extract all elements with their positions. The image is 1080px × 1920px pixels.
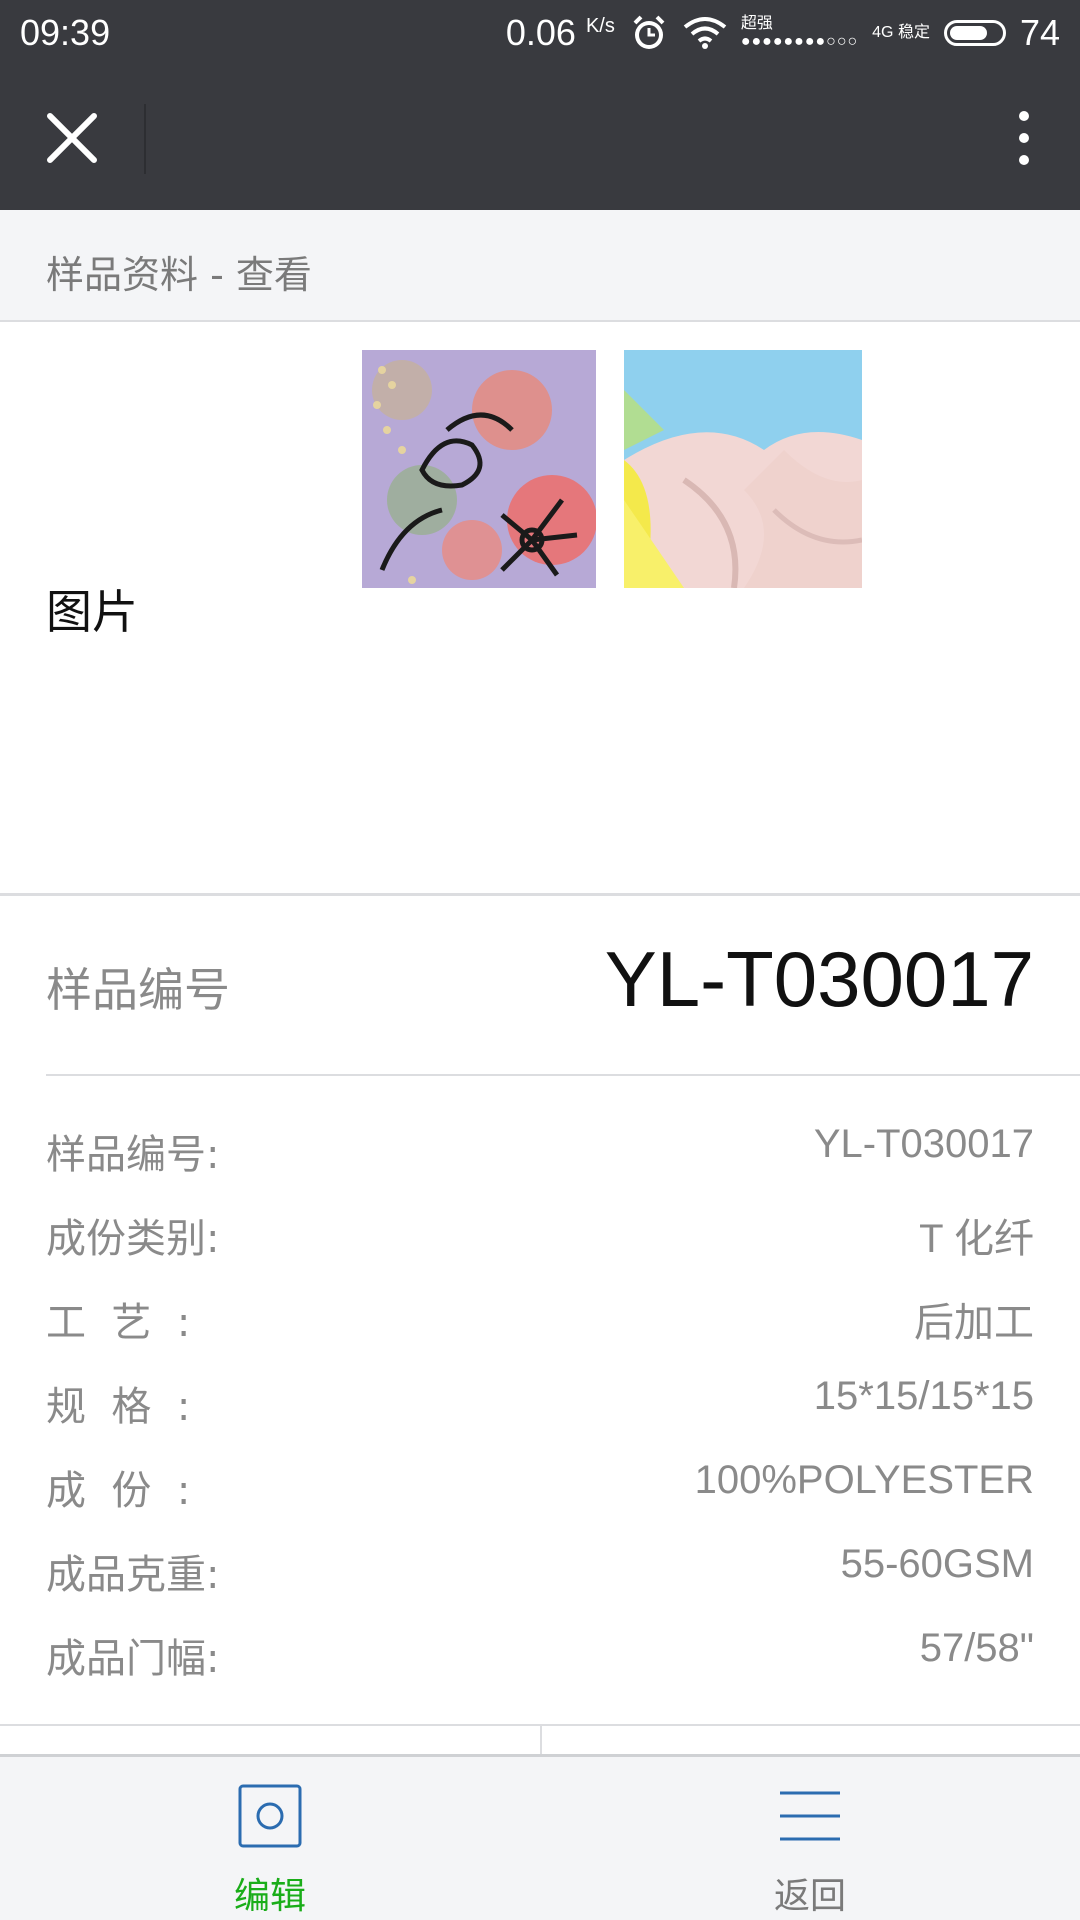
bottom-tab-bar: 编辑 返回 — [0, 1754, 1080, 1920]
alarm-icon — [633, 15, 665, 49]
details-list: 样品编号: YL-T030017 成份类别: T 化纤 工 艺 : 后加工 规 … — [0, 1110, 1080, 1698]
detail-label: 成品克重: — [46, 1552, 220, 1598]
divider — [46, 1074, 1080, 1076]
nav-divider — [144, 104, 146, 174]
detail-row-sample-number: 样品编号: YL-T030017 — [0, 1110, 1080, 1194]
title-bar — [0, 66, 1080, 210]
sample-number-label: 样品编号 — [46, 963, 230, 1017]
status-time: 09:39 — [20, 12, 111, 53]
edit-square-icon — [238, 1784, 302, 1848]
status-icons: 0.06 K/s 超强 ●●●●●●●●○○○ 4G 稳定 74 — [506, 12, 1060, 54]
menu-lines-icon — [780, 1791, 840, 1841]
signal-dots: ●●●●●●●●○○○ — [740, 33, 859, 50]
battery-fill — [949, 26, 987, 40]
battery-icon — [943, 20, 1006, 46]
detail-value: 后加工 — [914, 1301, 1034, 1345]
detail-row-specification: 规 格 : 15*15/15*15 — [0, 1362, 1080, 1446]
pastel-fabric-thumbnail[interactable] — [624, 350, 862, 588]
detail-label: 规 格 : — [46, 1384, 191, 1430]
floral-fabric-thumbnail[interactable] — [362, 350, 596, 588]
wifi-icon — [683, 17, 727, 49]
images-label: 图片 — [46, 585, 138, 639]
detail-label: 成份类别: — [46, 1216, 220, 1262]
detail-label: 成 份 : — [46, 1468, 191, 1514]
page-title: 样品资料 - 查看 — [46, 253, 312, 297]
close-icon[interactable] — [40, 106, 104, 170]
signal-info: 超强 ●●●●●●●●○○○ — [741, 15, 858, 51]
detail-row-composition-category: 成份类别: T 化纤 — [0, 1194, 1080, 1278]
detail-value: 100%POLYESTER — [694, 1458, 1034, 1502]
back-tab-label: 返回 — [773, 1876, 846, 1917]
detail-row-width: 成品门幅: 57/58" — [0, 1614, 1080, 1698]
page-header: 样品资料 - 查看 — [0, 210, 1080, 322]
detail-row-process: 工 艺 : 后加工 — [0, 1278, 1080, 1362]
network-type: 4G 稳定 — [872, 24, 930, 42]
bottom-split-divider — [0, 1724, 1080, 1756]
more-vertical-icon[interactable] — [1004, 108, 1044, 168]
network-speed: 0.06 K/s — [506, 12, 615, 54]
network-speed-value: 0.06 — [505, 12, 576, 53]
detail-label: 成品门幅: — [46, 1636, 220, 1682]
network-type-text: 4G 稳定 — [872, 24, 930, 41]
back-tab[interactable]: 返回 — [540, 1757, 1080, 1920]
detail-value: YL-T030017 — [813, 1122, 1034, 1166]
battery-percent: 74 — [1019, 12, 1060, 53]
sample-number-header: 样品编号 YL-T030017 — [0, 896, 1080, 1076]
detail-label: 工 艺 : — [46, 1300, 191, 1346]
sample-number-value: YL-T030017 — [604, 935, 1034, 1023]
detail-value: T 化纤 — [919, 1217, 1034, 1261]
signal-strength-text: 超强 — [740, 15, 773, 32]
edit-tab-label: 编辑 — [233, 1876, 306, 1917]
detail-value: 55-60GSM — [840, 1542, 1034, 1586]
edit-tab[interactable]: 编辑 — [0, 1757, 540, 1920]
status-bar: 09:39 0.06 K/s 超强 ●●●●●●●●○○○ 4G 稳定 74 — [0, 0, 1080, 66]
detail-row-composition: 成 份 : 100%POLYESTER — [0, 1446, 1080, 1530]
detail-value: 57/58" — [919, 1626, 1034, 1670]
divider — [540, 1726, 542, 1756]
detail-label: 样品编号: — [46, 1132, 220, 1178]
detail-row-weight: 成品克重: 55-60GSM — [0, 1530, 1080, 1614]
images-section: 图片 — [0, 322, 1080, 896]
network-speed-unit: K/s — [585, 15, 615, 37]
detail-value: 15*15/15*15 — [813, 1374, 1034, 1418]
